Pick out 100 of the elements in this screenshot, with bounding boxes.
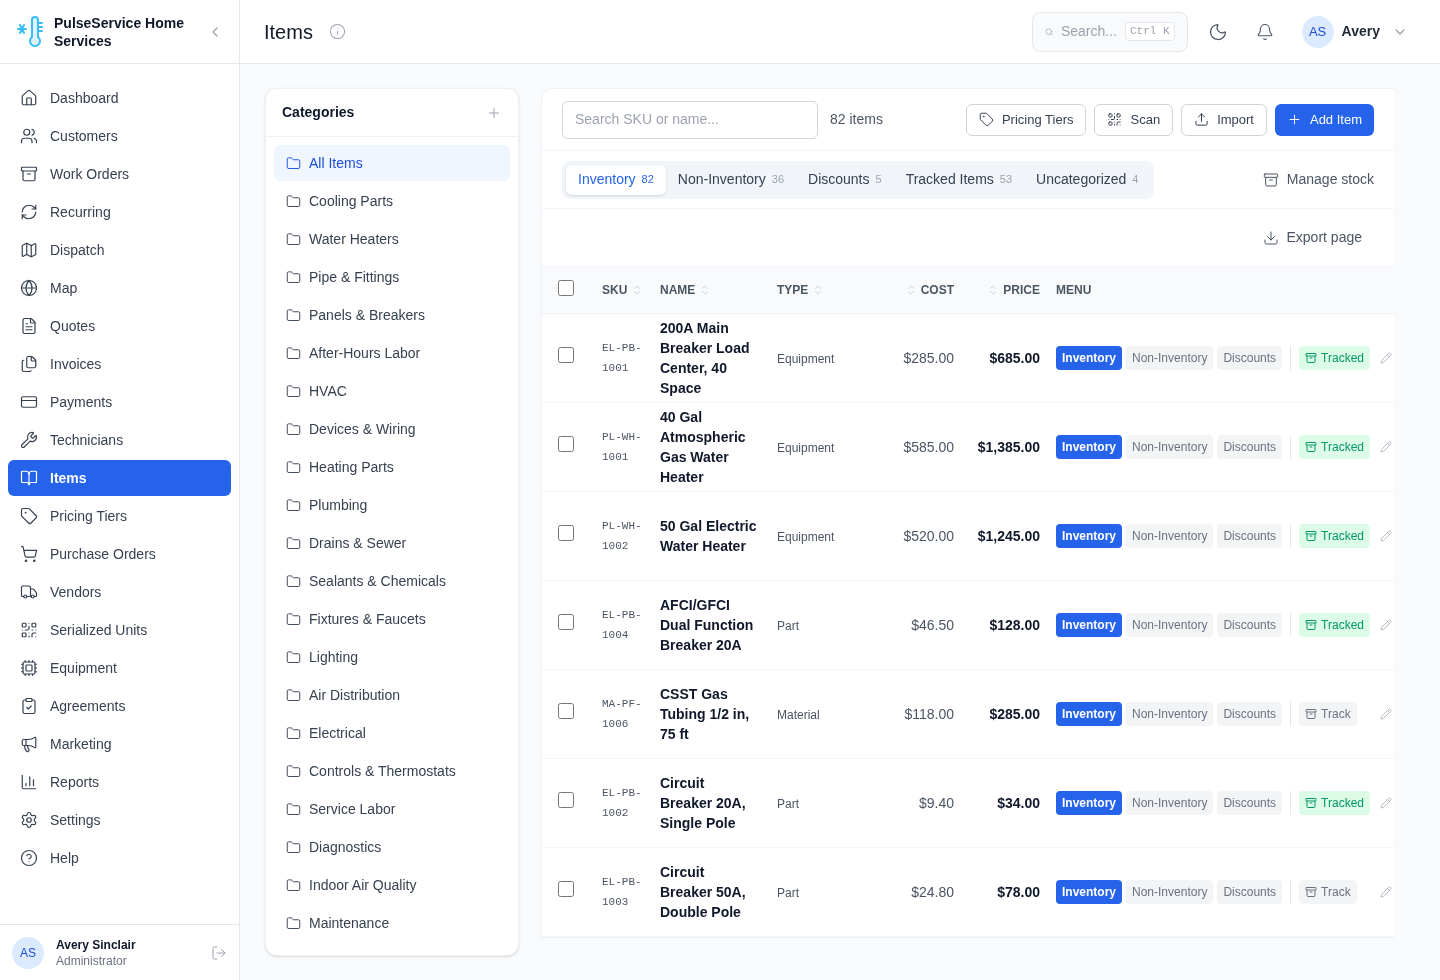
filter-tab[interactable]: Non-Inventory 36 xyxy=(665,164,797,195)
category-item[interactable]: Maintenance xyxy=(274,905,510,941)
type-chip[interactable]: Non-Inventory xyxy=(1126,880,1214,904)
type-chip[interactable]: Non-Inventory xyxy=(1126,346,1214,370)
price-cell-text: $685.00 xyxy=(989,348,1040,368)
category-item[interactable]: Drains & Sewer xyxy=(274,525,510,561)
track-chip[interactable]: Tracked xyxy=(1299,435,1370,459)
category-item[interactable]: Electrical xyxy=(274,715,510,751)
category-item[interactable]: Air Distribution xyxy=(274,677,510,713)
category-item[interactable]: All Items xyxy=(274,145,510,181)
type-chip[interactable]: Non-Inventory xyxy=(1126,524,1214,548)
type-chip[interactable]: Discounts xyxy=(1217,791,1283,815)
nav-item[interactable]: Quotes xyxy=(8,308,231,344)
name-cell-text: 50 Gal Electric Water Heater xyxy=(660,517,758,556)
type-chip[interactable]: Discounts xyxy=(1217,702,1283,726)
type-chip[interactable]: Inventory xyxy=(1056,435,1122,459)
nav-item[interactable]: Serialized Units xyxy=(8,612,231,648)
add-button[interactable]: Add Item xyxy=(1274,103,1374,136)
type-chip[interactable]: Discounts xyxy=(1217,346,1283,370)
type-chip[interactable]: Inventory xyxy=(1056,791,1122,815)
nav-item[interactable]: Customers xyxy=(8,118,231,154)
nav-item[interactable]: Settings xyxy=(8,802,231,838)
type-chip[interactable]: Discounts xyxy=(1217,435,1283,459)
nav-item[interactable]: Recurring xyxy=(8,194,231,230)
import-button[interactable]: Import xyxy=(1181,103,1267,136)
category-item[interactable]: Indoor Air Quality xyxy=(274,867,510,903)
price-cell-text: $128.00 xyxy=(989,615,1040,635)
name-cell-text: 200A Main Breaker Load Center, 40 Space xyxy=(660,319,751,398)
nav-item[interactable]: Agreements xyxy=(8,688,231,724)
cost-cell-text: $118.00 xyxy=(904,704,954,724)
type-chip[interactable]: Inventory xyxy=(1056,613,1122,637)
filter-tab[interactable]: Inventory 82 xyxy=(566,164,666,195)
category-item[interactable]: Pipe & Fittings xyxy=(274,259,510,295)
cost-cell-text: $9.40 xyxy=(918,793,954,813)
nav-item[interactable]: Invoices xyxy=(8,346,231,382)
nav-item[interactable]: Payments xyxy=(8,384,231,420)
category-item[interactable]: Diagnostics xyxy=(274,829,510,865)
filter-tab[interactable]: Uncategorized 4 xyxy=(1024,164,1151,195)
type-chip[interactable]: Inventory xyxy=(1056,880,1122,904)
type-chip[interactable]: Non-Inventory xyxy=(1126,435,1214,459)
nav-item[interactable]: Purchase Orders xyxy=(8,536,231,572)
nav-item[interactable]: Technicians xyxy=(8,422,231,458)
nav-item[interactable]: Help xyxy=(8,840,231,876)
nav-item[interactable]: Dispatch xyxy=(8,232,231,268)
filter-tab[interactable]: Discounts 5 xyxy=(796,164,894,195)
nav-item[interactable]: Reports xyxy=(8,764,231,800)
category-item[interactable]: Service Labor xyxy=(274,791,510,827)
panel-title: Categories xyxy=(282,103,355,122)
type-chip[interactable]: Discounts xyxy=(1217,524,1283,548)
nav-item[interactable]: Pricing Tiers xyxy=(8,498,231,534)
column-header: NAME xyxy=(660,282,696,299)
nav-item[interactable]: Work Orders xyxy=(8,156,231,192)
type-cell: Part xyxy=(777,797,799,811)
category-item[interactable]: Fixtures & Faucets xyxy=(274,601,510,637)
category-item[interactable]: Lighting xyxy=(274,639,510,675)
nav-item[interactable]: Vendors xyxy=(8,574,231,610)
export-link[interactable]: Export page xyxy=(1262,227,1362,248)
category-item[interactable]: After-Hours Labor xyxy=(274,335,510,371)
category-item[interactable]: Devices & Wiring xyxy=(274,411,510,447)
sku-cell-text: PL-WH-1002 xyxy=(602,519,643,554)
type-chip[interactable]: Discounts xyxy=(1217,880,1283,904)
nav-item[interactable]: Equipment xyxy=(8,650,231,686)
category-item[interactable]: Panels & Breakers xyxy=(274,297,510,333)
brand-name: PulseService Home Services xyxy=(54,13,185,50)
category-item[interactable]: Controls & Thermostats xyxy=(274,753,510,789)
user-name: Avery Sinclair xyxy=(56,936,136,953)
category-item[interactable]: Water Heaters xyxy=(274,221,510,257)
user-avatar[interactable]: AS xyxy=(1301,15,1334,48)
type-chip[interactable]: Inventory xyxy=(1056,346,1122,370)
category-item[interactable]: Cooling Parts xyxy=(274,183,510,219)
category-item[interactable]: HVAC xyxy=(274,373,510,409)
track-chip[interactable]: Tracked xyxy=(1299,524,1370,548)
track-chip[interactable]: Tracked xyxy=(1299,346,1370,370)
name-cell-text: 40 Gal Atmospheric Gas Water Heater xyxy=(660,408,747,487)
track-chip[interactable]: Track xyxy=(1299,702,1357,726)
nav-item[interactable]: Dashboard xyxy=(8,80,231,116)
type-chip[interactable]: Inventory xyxy=(1056,702,1122,726)
type-chip[interactable]: Non-Inventory xyxy=(1126,791,1214,815)
track-chip[interactable]: Tracked xyxy=(1299,613,1370,637)
category-item[interactable]: Heating Parts xyxy=(274,449,510,485)
user-menu-name[interactable]: Avery xyxy=(1341,21,1380,42)
user-avatar: AS xyxy=(12,936,44,969)
type-chip[interactable]: Discounts xyxy=(1217,613,1283,637)
category-item[interactable]: Sealants & Chemicals xyxy=(274,563,510,599)
cost-cell-text: $585.00 xyxy=(903,437,954,457)
nav-item[interactable]: Map xyxy=(8,270,231,306)
column-header: COST xyxy=(920,282,954,299)
scan-button[interactable]: Scan xyxy=(1094,103,1174,136)
type-chip[interactable]: Non-Inventory xyxy=(1126,702,1214,726)
nav-item[interactable]: Marketing xyxy=(8,726,231,762)
tag-button[interactable]: Pricing Tiers xyxy=(965,103,1087,136)
nav-item[interactable]: Items xyxy=(8,460,231,496)
track-chip[interactable]: Track xyxy=(1299,880,1357,904)
category-item[interactable]: Plumbing xyxy=(274,487,510,523)
cost-cell-text: $24.80 xyxy=(911,882,954,902)
type-chip[interactable]: Non-Inventory xyxy=(1126,613,1214,637)
track-chip[interactable]: Tracked xyxy=(1299,791,1370,815)
manage-stock-link[interactable]: Manage stock xyxy=(1262,169,1374,190)
type-chip[interactable]: Inventory xyxy=(1056,524,1122,548)
filter-tab[interactable]: Tracked Items 53 xyxy=(893,164,1025,195)
